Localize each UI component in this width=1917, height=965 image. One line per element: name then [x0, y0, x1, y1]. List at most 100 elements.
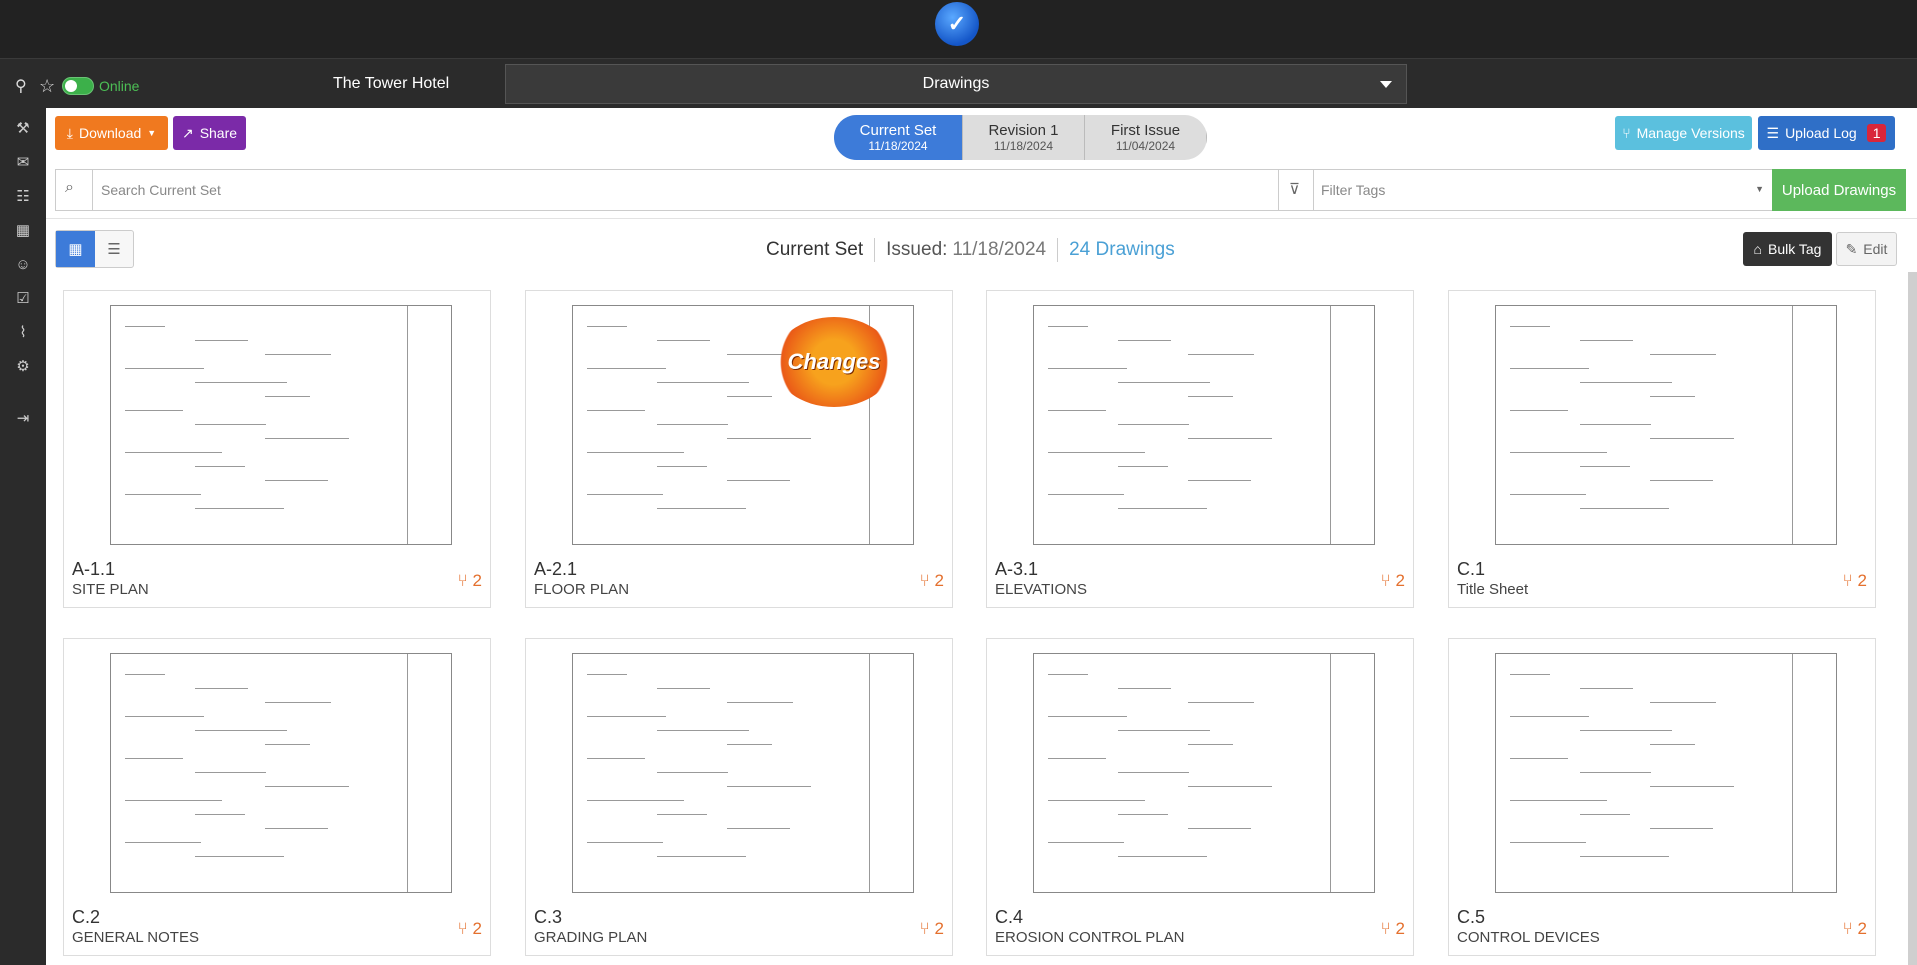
drawing-thumbnail[interactable]: Changes [534, 299, 944, 551]
mail-icon[interactable]: ✉ [12, 152, 34, 174]
drawing-name: Title Sheet [1457, 581, 1529, 598]
manage-versions-button[interactable]: ⑂ Manage Versions [1615, 116, 1752, 150]
upload-log-button[interactable]: ☰ Upload Log 1 [1758, 116, 1895, 150]
tab-version[interactable]: First Issue 11/04/2024 [1085, 115, 1207, 160]
logout-icon[interactable]: ⇥ [12, 408, 34, 430]
share-icon: ↗ [181, 124, 194, 141]
drawing-name: GENERAL NOTES [72, 929, 199, 946]
upload-log-label: Upload Log [1785, 125, 1857, 141]
tab-version-label: Revision 1 [988, 122, 1059, 139]
issued-date: 11/18/2024 [952, 239, 1047, 260]
drawing-code: C.3 [534, 907, 563, 927]
drawing-thumbnail[interactable] [1457, 299, 1867, 551]
version-count-value: 2 [934, 919, 944, 938]
version-count-value: 2 [1857, 571, 1867, 590]
tag-icon: ⌂ [1753, 241, 1762, 257]
version-count[interactable]: ⑂ 2 [1381, 571, 1405, 591]
tab-version-date: 11/18/2024 [868, 139, 928, 153]
project-name[interactable]: The Tower Hotel [333, 75, 449, 93]
sheet-preview [1033, 653, 1375, 893]
sidebar: ⚒ ✉ ☷ ▦ ☺ ☑ ⌇ ⚙ ⇥ [0, 108, 46, 965]
version-count[interactable]: ⑂ 2 [920, 571, 944, 591]
download-label: Download [79, 125, 142, 141]
section-select-label: Drawings [922, 75, 990, 92]
edit-button[interactable]: ✎ Edit [1836, 232, 1897, 266]
star-icon[interactable]: ☆ [39, 77, 55, 95]
manage-versions-label: Manage Versions [1636, 125, 1745, 141]
version-count[interactable]: ⑂ 2 [920, 919, 944, 939]
online-status: Online [99, 78, 140, 94]
drawing-thumbnail[interactable] [995, 647, 1405, 899]
download-icon: ⤓ [66, 124, 73, 141]
calendar-icon[interactable]: ▦ [12, 220, 34, 242]
version-count[interactable]: ⑂ 2 [458, 571, 482, 591]
bulk-tag-label: Bulk Tag [1768, 241, 1822, 257]
branch-icon: ⑂ [1842, 919, 1853, 938]
hammer-icon[interactable]: ⚒ [12, 118, 34, 140]
drawing-code: C.2 [72, 907, 101, 927]
share-button[interactable]: ↗ Share [173, 116, 246, 150]
online-toggle[interactable] [62, 77, 94, 95]
app-logo[interactable]: ✓ [935, 2, 979, 46]
drawing-code: C.5 [1457, 907, 1486, 927]
filter-tags-placeholder: Filter Tags [1321, 182, 1386, 198]
chart-icon[interactable]: ⌇ [12, 322, 34, 344]
version-tabs: Current Set 11/18/2024 Revision 1 11/18/202… [834, 115, 1207, 160]
divider [46, 218, 1917, 219]
drawing-name: GRADING PLAN [534, 929, 648, 946]
drawing-code: A-3.1 [995, 559, 1039, 579]
download-button[interactable]: ⤓ Download ▼ [55, 116, 168, 150]
version-count[interactable]: ⑂ 2 [1843, 571, 1867, 591]
version-count[interactable]: ⑂ 2 [1381, 919, 1405, 939]
checklist-icon[interactable]: ☑ [12, 288, 34, 310]
team-icon[interactable]: ☷ [12, 186, 34, 208]
version-count[interactable]: ⑂ 2 [1843, 919, 1867, 939]
drawing-name: FLOOR PLAN [534, 581, 630, 598]
tab-version-label: First Issue [1110, 122, 1181, 139]
sheet-preview [1495, 653, 1837, 893]
drawing-card[interactable]: Changes A-2.1 FLOOR PLAN ⑂ 2 [525, 290, 953, 608]
list-view-icon[interactable]: ☰ [95, 231, 133, 267]
drawing-thumbnail[interactable] [1457, 647, 1867, 899]
sheet-preview [110, 653, 452, 893]
drawing-thumbnail[interactable] [72, 647, 482, 899]
gear-icon[interactable]: ⚙ [12, 356, 34, 378]
section-select[interactable]: Drawings [505, 64, 1407, 104]
drawing-card[interactable]: C.1 Title Sheet ⑂ 2 [1448, 290, 1876, 608]
share-label: Share [199, 125, 238, 141]
search-input[interactable]: Search Current Set [92, 170, 1278, 210]
contacts-icon[interactable]: ☺ [12, 254, 34, 276]
drawing-card[interactable]: A-1.1 SITE PLAN ⑂ 2 [63, 290, 491, 608]
drawing-card[interactable]: C.2 GENERAL NOTES ⑂ 2 [63, 638, 491, 956]
version-count-value: 2 [1857, 919, 1867, 938]
drawing-card[interactable]: A-3.1 ELEVATIONS ⑂ 2 [986, 290, 1414, 608]
drawing-card[interactable]: C.4 EROSION CONTROL PLAN ⑂ 2 [986, 638, 1414, 956]
changes-badge: Changes [774, 317, 894, 407]
location-icon[interactable]: ⚲ [15, 79, 27, 95]
grid-view-icon[interactable]: ▦ [56, 231, 95, 267]
drawing-thumbnail[interactable] [534, 647, 944, 899]
drawing-name: EROSION CONTROL PLAN [995, 929, 1185, 946]
drawing-card[interactable]: C.5 CONTROL DEVICES ⑂ 2 [1448, 638, 1876, 956]
sheet-preview [1033, 305, 1375, 545]
drawing-card[interactable]: C.3 GRADING PLAN ⑂ 2 [525, 638, 953, 956]
main-panel: ⤓ Download ▼ ↗ Share Current Set 11/18/20… [46, 108, 1917, 965]
drawing-count[interactable]: 24 Drawings [1069, 239, 1175, 261]
issued-label: Issued: [886, 239, 948, 260]
search-icon: ⌕ [65, 179, 74, 196]
branch-icon: ⑂ [1622, 125, 1631, 141]
drawing-code: A-1.1 [72, 559, 116, 579]
tab-version[interactable]: Revision 1 11/18/2024 [963, 115, 1085, 160]
scrollbar[interactable] [1908, 272, 1917, 965]
version-count[interactable]: ⑂ 2 [458, 919, 482, 939]
upload-drawings-button[interactable]: Upload Drawings [1772, 169, 1906, 211]
version-count-value: 2 [1395, 919, 1405, 938]
branch-icon: ⑂ [457, 919, 468, 938]
set-info: Current Set Issued: 11/18/2024 24 Drawin… [766, 238, 1175, 262]
bulk-tag-button[interactable]: ⌂ Bulk Tag [1743, 232, 1832, 266]
drawing-thumbnail[interactable] [72, 299, 482, 551]
branch-icon: ⑂ [919, 571, 930, 590]
drawing-thumbnail[interactable] [995, 299, 1405, 551]
filter-tags-select[interactable]: ⊽ Filter Tags ▼ [1278, 170, 1776, 210]
tab-version[interactable]: Current Set 11/18/2024 [834, 115, 963, 160]
